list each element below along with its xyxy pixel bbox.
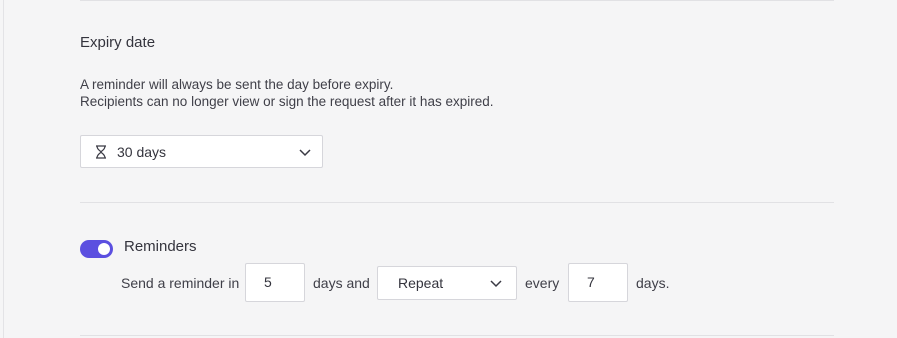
- expiry-description-line-2: Recipients can no longer view or sign th…: [80, 94, 494, 109]
- expiry-section-title: Expiry date: [80, 34, 156, 51]
- expiry-select-value: 30 days: [117, 144, 167, 160]
- bottom-divider: [80, 335, 834, 336]
- chevron-down-icon: [490, 280, 502, 288]
- days-and-text: days and: [313, 275, 370, 291]
- settings-panel: Expiry date A reminder will always be se…: [3, 0, 897, 338]
- toggle-knob: [98, 243, 110, 255]
- reminders-title: Reminders: [124, 238, 197, 255]
- days-suffix-text: days.: [636, 275, 670, 291]
- hourglass-icon: [96, 145, 106, 159]
- section-divider: [80, 202, 834, 203]
- repeat-select-value: Repeat: [398, 275, 444, 291]
- top-divider: [80, 0, 834, 1]
- reminder-days-input[interactable]: 5: [245, 263, 305, 302]
- repeat-select[interactable]: Repeat: [377, 266, 517, 300]
- chevron-down-icon: [299, 149, 311, 157]
- expiry-select[interactable]: 30 days: [80, 135, 323, 168]
- reminders-toggle[interactable]: [80, 240, 113, 258]
- reminder-prefix-text: Send a reminder in: [121, 275, 240, 291]
- expiry-description-line-1: A reminder will always be sent the day b…: [80, 77, 394, 92]
- repeat-every-input[interactable]: 7: [568, 263, 628, 302]
- every-text: every: [525, 275, 560, 291]
